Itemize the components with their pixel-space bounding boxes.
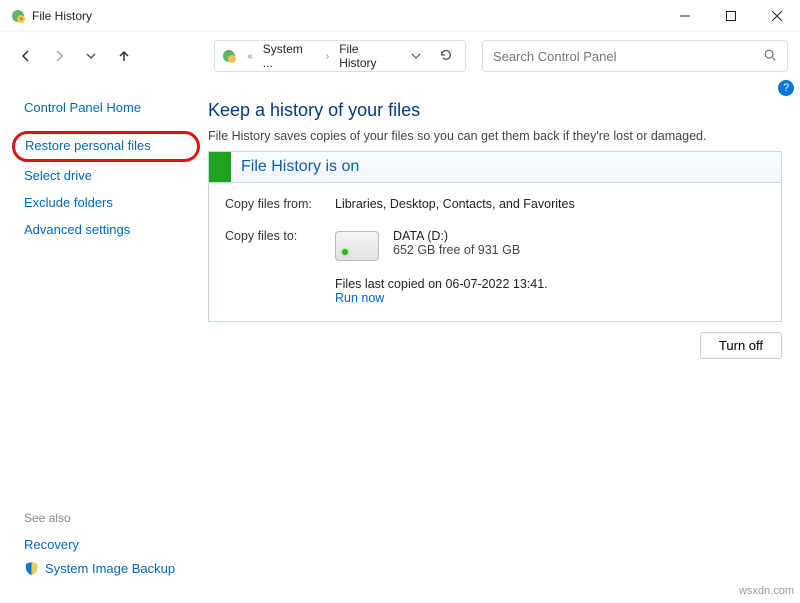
last-copied-text: Files last copied on 06-07-2022 13:41. (335, 277, 765, 291)
panel-header: File History is on (209, 151, 781, 183)
restore-personal-files-link[interactable]: Restore personal files (25, 138, 187, 153)
drive-free-space: 652 GB free of 931 GB (393, 243, 520, 257)
run-now-link[interactable]: Run now (335, 291, 384, 305)
main-content: ? Keep a history of your files File Hist… (200, 80, 800, 603)
control-panel-icon (221, 48, 237, 64)
window-title: File History (32, 9, 662, 23)
page-description: File History saves copies of your files … (208, 129, 782, 143)
shield-icon (24, 561, 39, 576)
copy-to-label: Copy files to: (225, 229, 335, 261)
status-panel: File History is on Copy files from: Libr… (208, 151, 782, 322)
drive-icon (335, 231, 379, 261)
back-button[interactable] (12, 40, 41, 72)
refresh-button[interactable] (433, 48, 459, 65)
help-button[interactable]: ? (778, 80, 794, 96)
up-button[interactable] (110, 40, 139, 72)
search-input[interactable] (493, 49, 763, 64)
file-history-icon (10, 8, 26, 24)
search-box[interactable] (482, 40, 788, 72)
status-indicator-on (209, 152, 231, 182)
system-image-backup-link[interactable]: System Image Backup (45, 558, 175, 579)
chevron-right-icon[interactable]: › (322, 51, 333, 62)
panel-title: File History is on (231, 158, 359, 176)
search-icon[interactable] (763, 48, 777, 65)
control-panel-home-link[interactable]: Control Panel Home (24, 94, 200, 121)
breadcrumb-separator: « (243, 51, 257, 62)
highlight-annotation: Restore personal files (12, 131, 200, 162)
see-also-heading: See also (24, 505, 200, 531)
maximize-button[interactable] (708, 0, 754, 31)
advanced-settings-link[interactable]: Advanced settings (24, 216, 200, 243)
close-button[interactable] (754, 0, 800, 31)
window-controls (662, 0, 800, 31)
page-title: Keep a history of your files (208, 100, 782, 121)
exclude-folders-link[interactable]: Exclude folders (24, 189, 200, 216)
copy-from-value: Libraries, Desktop, Contacts, and Favori… (335, 197, 575, 211)
sidebar: Control Panel Home Restore personal file… (0, 80, 200, 603)
breadcrumb-leaf[interactable]: File History (339, 42, 399, 70)
drive-name: DATA (D:) (393, 229, 520, 243)
titlebar: File History (0, 0, 800, 32)
address-bar[interactable]: « System ... › File History (214, 40, 466, 72)
minimize-button[interactable] (662, 0, 708, 31)
select-drive-link[interactable]: Select drive (24, 162, 200, 189)
address-dropdown[interactable] (405, 49, 427, 64)
copy-from-label: Copy files from: (225, 197, 335, 211)
toolbar: « System ... › File History (0, 32, 800, 80)
recent-locations-button[interactable] (77, 40, 106, 72)
forward-button[interactable] (45, 40, 74, 72)
recovery-link[interactable]: Recovery (24, 531, 200, 558)
watermark: wsxdn.com (739, 585, 794, 597)
turn-off-button[interactable]: Turn off (700, 332, 782, 359)
breadcrumb-root[interactable]: System ... (263, 42, 316, 70)
